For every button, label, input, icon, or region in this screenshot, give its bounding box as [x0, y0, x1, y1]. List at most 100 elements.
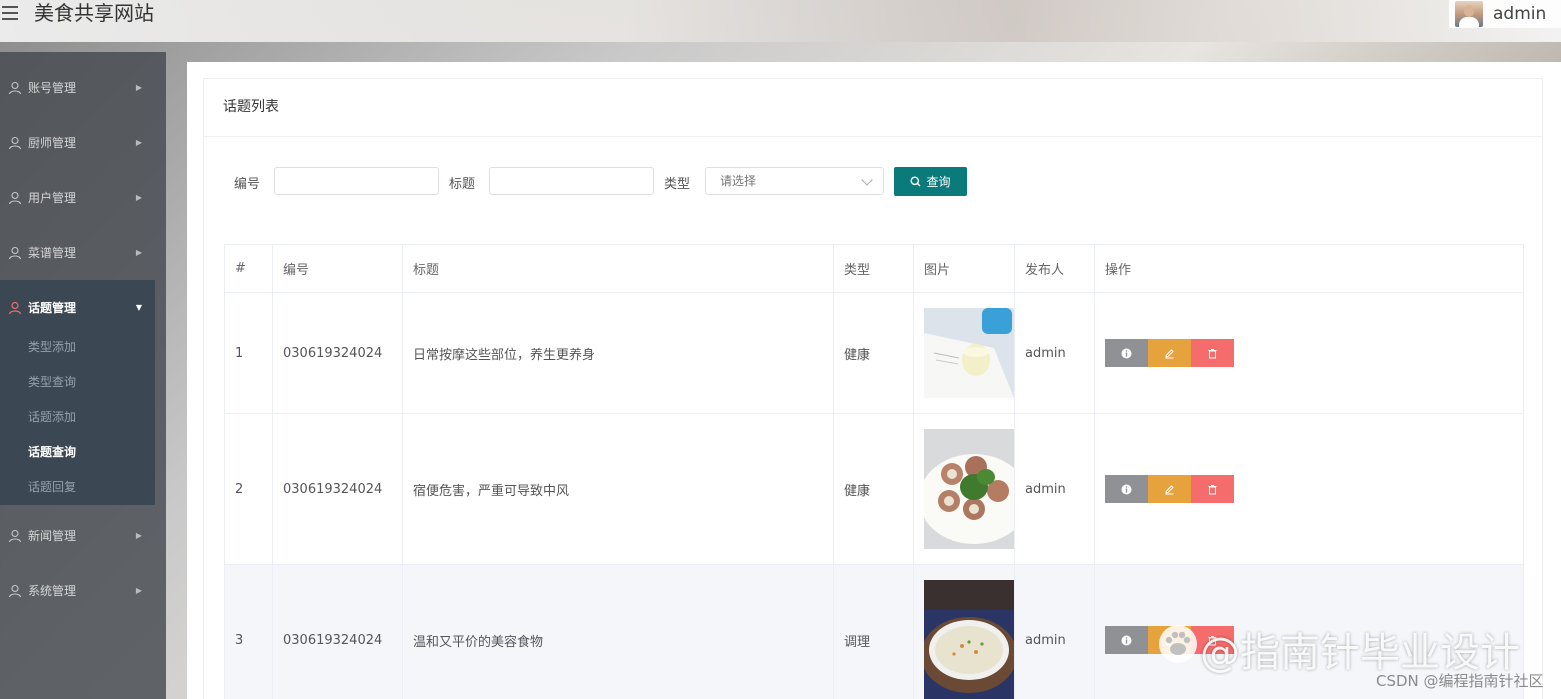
sidebar-item-label: 账号管理: [28, 81, 77, 95]
user-icon: [8, 191, 22, 204]
topic-thumbnail[interactable]: [924, 429, 1014, 549]
title-search-input[interactable]: [489, 167, 654, 195]
sidebar-item-topics[interactable]: 话题管理 ▼: [0, 280, 155, 335]
search-icon: [910, 176, 921, 187]
caret-down-icon: ▼: [135, 303, 142, 312]
cell-type: 健康: [833, 292, 914, 414]
sidebar: 账号管理 ▶ 厨师管理 ▶ 用户管理 ▶ 菜谱管理 ▶ 话题管理 ▼ 类型添加 …: [0, 52, 166, 699]
hamburger-menu-icon[interactable]: [2, 4, 20, 22]
sidebar-item-label: 用户管理: [28, 191, 77, 205]
cell-publisher: admin: [1014, 413, 1095, 565]
delete-button[interactable]: [1191, 339, 1234, 367]
sidebar-item-label: 菜谱管理: [28, 246, 77, 260]
submenu-item-topic-query[interactable]: 话题查询: [28, 435, 76, 470]
delete-button[interactable]: [1191, 475, 1234, 503]
table-row: 2 030619324024 宿便危害，严重可导致中风 健康 admin: [224, 413, 1524, 565]
sidebar-item-label: 厨师管理: [28, 136, 77, 150]
query-button[interactable]: 查询: [894, 167, 967, 196]
edit-button[interactable]: [1148, 475, 1191, 503]
query-button-label: 查询: [926, 175, 951, 189]
caret-right-icon: ▶: [135, 138, 142, 147]
cell-title: 温和又平价的美容食物: [402, 564, 834, 699]
cell-image: [913, 413, 1015, 565]
site-title: 美食共享网站: [34, 1, 154, 25]
column-header-type: 类型: [833, 244, 914, 293]
sidebar-item-account[interactable]: 账号管理 ▶: [0, 60, 155, 115]
panel-title: 话题列表: [204, 79, 1542, 137]
cell-type: 健康: [833, 413, 914, 565]
sidebar-item-system[interactable]: 系统管理 ▶: [0, 563, 155, 618]
top-bar: 美食共享网站 admin: [0, 0, 1561, 42]
cell-image: [913, 292, 1015, 414]
cell-publisher: admin: [1014, 564, 1095, 699]
table-row: 1 030619324024 日常按摩这些部位，养生更养身 健康 admin: [224, 292, 1524, 414]
caret-right-icon: ▶: [135, 586, 142, 595]
info-button[interactable]: [1105, 339, 1148, 367]
cell-title: 日常按摩这些部位，养生更养身: [402, 292, 834, 414]
watermark-sub: CSDN @编程指南针社区: [1376, 672, 1544, 690]
type-select-placeholder: 请选择: [720, 174, 757, 188]
topic-thumbnail[interactable]: [924, 308, 1014, 398]
user-icon: [8, 301, 22, 314]
info-button[interactable]: [1105, 626, 1148, 654]
caret-right-icon: ▶: [135, 248, 142, 257]
cell-actions: [1094, 292, 1524, 414]
id-label: 编号: [234, 177, 261, 192]
user-menu[interactable]: admin: [1449, 0, 1561, 28]
cell-actions: [1094, 413, 1524, 565]
submenu-item-type-add[interactable]: 类型添加: [28, 330, 76, 365]
column-header-publisher: 发布人: [1014, 244, 1095, 293]
sidebar-item-users[interactable]: 用户管理 ▶: [0, 170, 155, 225]
sidebar-item-label: 新闻管理: [28, 529, 77, 543]
user-icon: [8, 529, 22, 542]
info-icon: [1121, 635, 1132, 645]
user-icon: [8, 246, 22, 259]
user-icon: [8, 81, 22, 94]
submenu-item-topic-reply[interactable]: 话题回复: [28, 470, 76, 505]
type-label: 类型: [664, 177, 691, 192]
column-header-title: 标题: [402, 244, 834, 293]
sidebar-item-recipes[interactable]: 菜谱管理 ▶: [0, 225, 155, 280]
sidebar-item-news[interactable]: 新闻管理 ▶: [0, 508, 155, 563]
table-header-row: # 编号 标题 类型 图片 发布人 操作: [224, 244, 1524, 293]
cell-index: 2: [224, 413, 273, 565]
user-icon: [8, 136, 22, 149]
column-header-id: 编号: [272, 244, 403, 293]
cell-index: 1: [224, 292, 273, 414]
search-form: 编号 标题 类型 请选择 查询: [204, 167, 1542, 197]
column-header-image: 图片: [913, 244, 1015, 293]
title-label: 标题: [449, 177, 476, 192]
chevron-down-icon: [861, 174, 873, 186]
user-icon: [8, 584, 22, 597]
main-content: 话题列表 编号 标题 类型 请选择 查询 # 编号 标题 类型 图片 发布人 操…: [187, 62, 1561, 699]
avatar: [1455, 1, 1483, 27]
info-button[interactable]: [1105, 475, 1148, 503]
column-header-actions: 操作: [1094, 244, 1524, 293]
sidebar-item-label: 话题管理: [28, 301, 77, 315]
cell-index: 3: [224, 564, 273, 699]
type-select[interactable]: 请选择: [705, 167, 884, 195]
column-header-index: #: [224, 244, 273, 293]
id-search-input[interactable]: [274, 167, 439, 195]
pencil-icon: [1165, 348, 1174, 358]
sidebar-item-chef[interactable]: 厨师管理 ▶: [0, 115, 155, 170]
caret-right-icon: ▶: [135, 531, 142, 540]
cell-publisher: admin: [1014, 292, 1095, 414]
cell-id: 030619324024: [272, 292, 403, 414]
caret-right-icon: ▶: [135, 83, 142, 92]
user-name: admin: [1493, 4, 1547, 24]
paw-logo-icon: [1159, 625, 1197, 663]
topic-list-panel: 话题列表 编号 标题 类型 请选择 查询 # 编号 标题 类型 图片 发布人 操…: [203, 78, 1543, 699]
cell-type: 调理: [833, 564, 914, 699]
submenu-item-topic-add[interactable]: 话题添加: [28, 400, 76, 435]
trash-icon: [1208, 484, 1217, 494]
cell-image: [913, 564, 1015, 699]
caret-right-icon: ▶: [135, 193, 142, 202]
cell-title: 宿便危害，严重可导致中风: [402, 413, 834, 565]
topic-thumbnail[interactable]: [924, 580, 1014, 699]
trash-icon: [1208, 348, 1217, 358]
edit-button[interactable]: [1148, 339, 1191, 367]
sidebar-item-label: 系统管理: [28, 584, 77, 598]
submenu-item-type-query[interactable]: 类型查询: [28, 365, 76, 400]
pencil-icon: [1165, 484, 1174, 494]
